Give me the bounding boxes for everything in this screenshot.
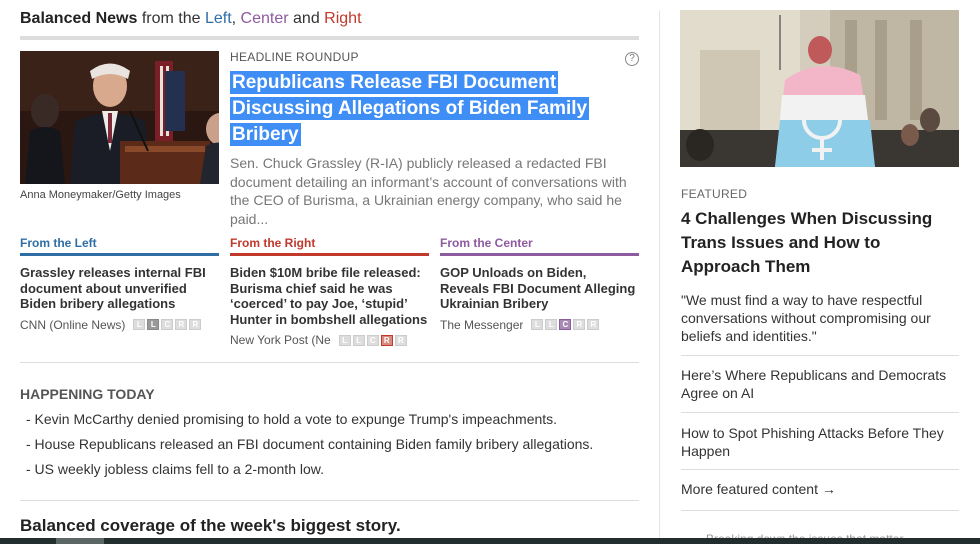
list-item[interactable]: - US weekly jobless claims fell to a 2-m…	[26, 461, 593, 486]
list-item[interactable]: - House Republicans released an FBI docu…	[26, 436, 593, 461]
headline-title[interactable]: Republicans Release FBI Document Discuss…	[230, 70, 630, 148]
featured-quote: "We must find a way to have respectful c…	[681, 292, 931, 344]
divider	[681, 510, 959, 511]
source-name[interactable]: CNN (Online News)	[20, 318, 125, 332]
bias-c: C	[366, 334, 379, 346]
divider	[20, 362, 639, 363]
section-divider-top	[20, 36, 639, 40]
divider	[681, 412, 959, 413]
bias-r: R	[380, 334, 393, 346]
site-tagline: Balanced News from the Left, Center and …	[20, 10, 362, 28]
bottom-bar-segment	[56, 538, 104, 544]
perspective-bar	[440, 253, 639, 256]
bias-c: C	[161, 319, 174, 330]
photo-credit: Anna Moneymaker/Getty Images	[20, 189, 181, 201]
perspective-bar	[20, 253, 219, 256]
headline-summary[interactable]: Sen. Chuck Grassley (R-IA) publicly rele…	[230, 154, 635, 228]
perspective-label: From the Right	[230, 236, 316, 250]
source-name[interactable]: The Messenger	[440, 318, 523, 332]
more-featured-link[interactable]: More featured content →	[681, 481, 836, 497]
featured-kicker: FEATURED	[681, 187, 748, 201]
bias-rating[interactable]: LLCRR	[338, 334, 407, 346]
headline-kicker: HEADLINE ROUNDUP	[230, 50, 359, 64]
featured-photo[interactable]	[680, 10, 959, 167]
perspective-label: From the Center	[440, 236, 533, 250]
tagline-bold: Balanced News	[20, 10, 138, 27]
bias-l: L	[545, 319, 558, 330]
bias-l: L	[147, 319, 160, 330]
perspective-title[interactable]: GOP Unloads on Biden, Reveals FBI Docume…	[440, 265, 639, 312]
tagline-text: from the	[137, 10, 205, 27]
bias-l: L	[338, 334, 351, 346]
divider	[20, 500, 639, 501]
perspective-center[interactable]: From the Center GOP Unloads on Biden, Re…	[440, 236, 639, 332]
featured-link[interactable]: How to Spot Phishing Attacks Before They…	[681, 424, 959, 460]
divider	[681, 469, 959, 470]
tagline-comma: ,	[231, 10, 241, 27]
perspective-label: From the Left	[20, 236, 97, 250]
help-icon[interactable]: ?	[625, 52, 639, 66]
bias-r: R	[573, 319, 586, 330]
perspective-source[interactable]: CNN (Online News) LLCRR	[20, 318, 219, 332]
bias-r: R	[394, 334, 407, 346]
happening-today-heading: HAPPENING TODAY	[20, 386, 155, 402]
tagline-and: and	[288, 10, 325, 27]
featured-title[interactable]: 4 Challenges When Discussing Trans Issue…	[681, 207, 956, 279]
featured-link[interactable]: Here’s Where Republicans and Democrats A…	[681, 366, 959, 402]
headline-title-text[interactable]: Republicans Release FBI Document Discuss…	[230, 71, 590, 146]
column-divider	[659, 10, 660, 544]
bias-l: L	[133, 319, 146, 330]
tagline-right[interactable]: Right	[324, 10, 361, 27]
bias-r: R	[587, 319, 600, 330]
divider	[681, 355, 959, 356]
balanced-coverage-heading: Balanced coverage of the week's biggest …	[20, 516, 401, 535]
perspective-right[interactable]: From the Right Biden $10M bribe file rel…	[230, 236, 429, 347]
perspective-title[interactable]: Biden $10M bribe file released: Burisma …	[230, 265, 429, 327]
bias-r: R	[175, 319, 188, 330]
tagline-center[interactable]: Center	[241, 10, 289, 27]
tagline-left[interactable]: Left	[205, 10, 232, 27]
happening-today-list: - Kevin McCarthy denied promising to hol…	[26, 411, 593, 486]
perspective-title[interactable]: Grassley releases internal FBI document …	[20, 265, 219, 312]
bias-l: L	[531, 319, 544, 330]
bias-r: R	[189, 319, 202, 330]
bias-rating[interactable]: LLCRR	[133, 319, 202, 330]
perspective-source[interactable]: New York Post (Ne LLCRR	[230, 333, 429, 347]
bottom-bar	[0, 538, 980, 544]
perspective-source[interactable]: The Messenger LLCRR	[440, 318, 639, 332]
headline-photo[interactable]	[20, 51, 219, 184]
perspective-left[interactable]: From the Left Grassley releases internal…	[20, 236, 219, 332]
list-item[interactable]: - Kevin McCarthy denied promising to hol…	[26, 411, 593, 436]
bias-l: L	[352, 334, 365, 346]
bias-c: C	[559, 319, 572, 330]
bias-rating[interactable]: LLCRR	[531, 319, 600, 330]
perspective-bar	[230, 253, 429, 256]
source-name[interactable]: New York Post (Ne	[230, 333, 331, 347]
